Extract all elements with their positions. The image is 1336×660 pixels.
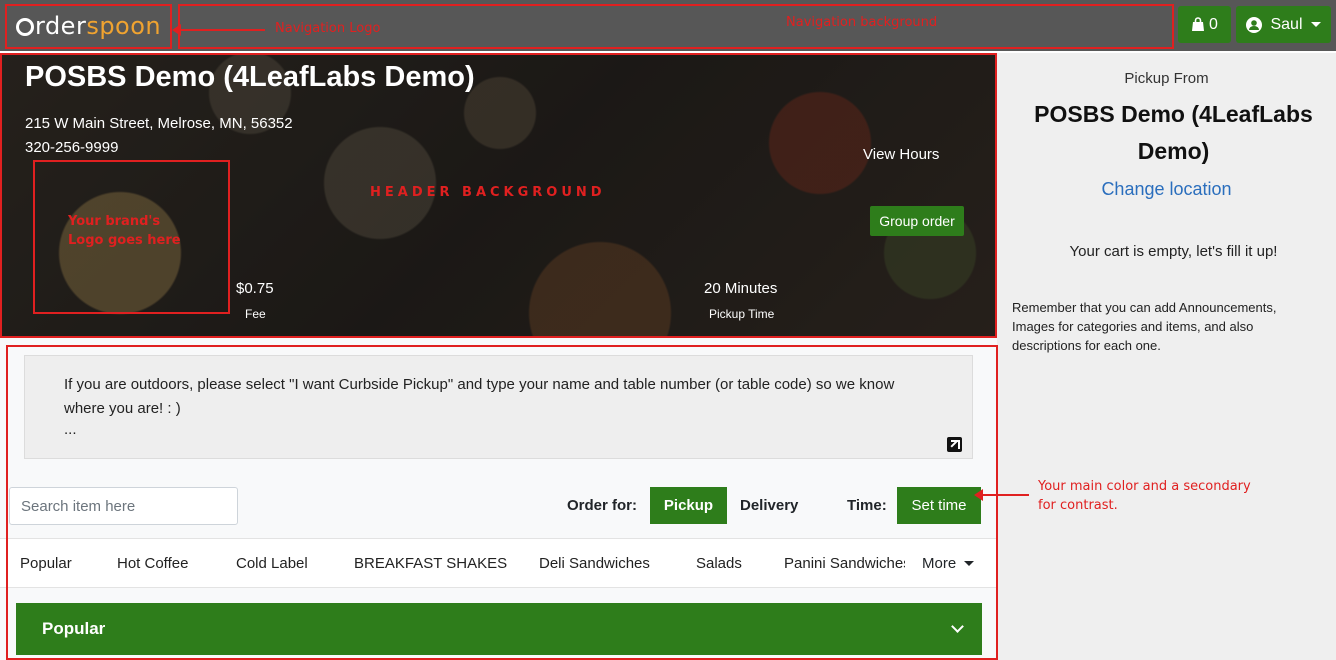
orderspoon-logo[interactable]: rderspoon (16, 12, 161, 40)
annotation-main-color: Your main color and a secondary for cont… (1038, 479, 1251, 513)
navbar: rderspoon 0 Saul (0, 0, 1336, 51)
cart-empty-message: Your cart is empty, let's fill it up! (1069, 243, 1278, 260)
fee-value: $0.75 (236, 280, 274, 297)
annotation-nav-bg: Navigation background (786, 15, 938, 30)
expand-icon[interactable] (947, 437, 962, 452)
pickup-button[interactable]: Pickup (650, 487, 727, 524)
more-label: More (922, 554, 957, 572)
cart-button[interactable]: 0 (1178, 6, 1231, 43)
pickup-time-value: 20 Minutes (704, 280, 778, 297)
chevron-down-icon (951, 620, 964, 633)
sidebar-store-name: POSBS Demo (4LeafLabs Demo) (1034, 101, 1313, 164)
popular-section-header[interactable]: Popular (16, 603, 982, 655)
category-tabs: Popular Hot Coffee Cold Label BREAKFAST … (0, 538, 997, 588)
logo-o-icon (16, 18, 34, 36)
search-input[interactable] (9, 487, 238, 525)
category-tab[interactable]: Popular (20, 555, 72, 572)
category-tab[interactable]: Panini Sandwiches (784, 555, 911, 572)
cart-sidebar: Pickup From POSBS Demo (4LeafLabs Demo) … (997, 53, 1336, 660)
announcement-text: If you are outdoors, please select "I wa… (64, 376, 895, 417)
order-for-label: Order for: (567, 497, 638, 514)
category-tab[interactable]: Deli Sandwiches (539, 555, 650, 572)
menu-main: If you are outdoors, please select "I wa… (0, 338, 997, 660)
set-time-button[interactable]: Set time (897, 487, 981, 524)
shopping-bag-icon (1192, 17, 1205, 31)
user-circle-icon (1246, 16, 1263, 33)
logo-text-right: spoon (86, 12, 162, 40)
change-location-link[interactable]: Change location (997, 179, 1336, 200)
caret-down-icon (1310, 22, 1321, 27)
delivery-button[interactable]: Delivery (740, 497, 798, 514)
announcement-ellipsis: ... (64, 421, 77, 438)
store-phone: 320-256-9999 (25, 139, 119, 156)
group-order-button[interactable]: Group order (870, 206, 964, 236)
category-tab[interactable]: Salads (696, 555, 742, 572)
sidebar-note: Remember that you can add Announcements,… (1012, 300, 1277, 353)
more-categories-button[interactable]: More (905, 539, 995, 587)
pickup-from-label: Pickup From (1124, 70, 1209, 87)
section-title: Popular (42, 619, 106, 638)
user-name: Saul (1270, 15, 1303, 33)
user-menu-button[interactable]: Saul (1236, 6, 1331, 43)
category-tab[interactable]: BREAKFAST SHAKES (354, 555, 507, 572)
annotation-nav-logo: Navigation Logo (275, 21, 381, 36)
caret-down-icon (964, 560, 975, 566)
logo-text-left: rder (35, 12, 87, 40)
pickup-time-label: Pickup Time (709, 307, 775, 321)
category-tab[interactable]: Hot Coffee (117, 555, 188, 572)
time-label: Time: (847, 497, 887, 514)
annotation-header-bg: HEADER BACKGROUND (370, 185, 606, 200)
store-address: 215 W Main Street, Melrose, MN, 56352 (25, 115, 293, 132)
view-hours-link[interactable]: View Hours (863, 146, 939, 163)
store-title: POSBS Demo (4LeafLabs Demo) (25, 61, 475, 93)
category-tab[interactable]: Cold Label (236, 555, 308, 572)
announcement-box: If you are outdoors, please select "I wa… (24, 355, 973, 459)
annotation-brand-logo: Your brand's Logo goes here (68, 214, 181, 248)
fee-label: Fee (245, 307, 266, 321)
annotation-arrow (172, 24, 265, 36)
annotation-arrow (974, 489, 1029, 501)
cart-count: 0 (1209, 15, 1218, 33)
